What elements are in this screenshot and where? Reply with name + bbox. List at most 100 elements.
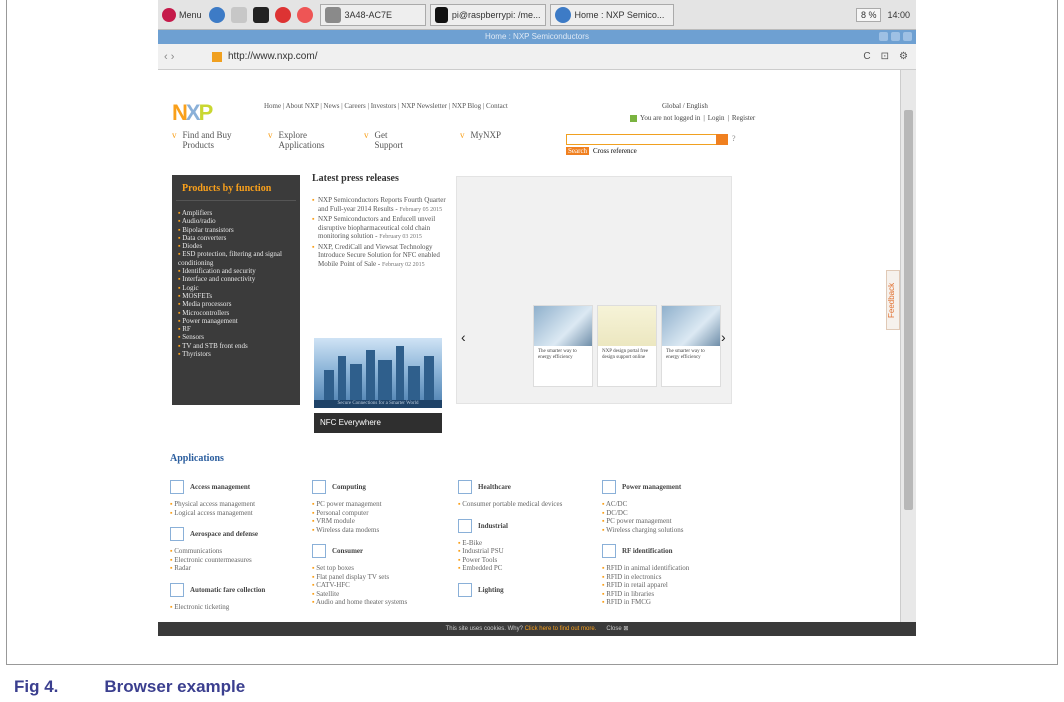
app-item[interactable]: Electronic countermeasures: [170, 556, 306, 565]
app-category[interactable]: Lighting: [478, 586, 504, 594]
app-item[interactable]: Audio and home theater systems: [312, 598, 452, 607]
app-item[interactable]: Embedded PC: [458, 564, 598, 573]
app-item[interactable]: Communications: [170, 547, 306, 556]
app-item[interactable]: Power Tools: [458, 556, 598, 565]
nav-mynxp[interactable]: v MyNXP: [460, 130, 556, 150]
app-category[interactable]: Industrial: [478, 522, 508, 530]
terminal-icon[interactable]: [252, 6, 269, 23]
app-item[interactable]: RFID in retail apparel: [602, 581, 752, 590]
register-link[interactable]: Register: [732, 114, 755, 122]
product-item[interactable]: Microcontrollers: [178, 309, 294, 317]
link-news[interactable]: News: [324, 102, 340, 110]
city-banner[interactable]: Secure Connections for a Smarter World: [314, 338, 442, 408]
task-folder[interactable]: 3A48-AC7E: [319, 3, 426, 26]
app-category[interactable]: Power management: [622, 483, 681, 491]
carousel-slide[interactable]: The smarter way to energy efficiency: [533, 305, 593, 387]
product-item[interactable]: Logic: [178, 284, 294, 292]
link-newsletter[interactable]: NXP Newsletter: [401, 102, 447, 110]
product-item[interactable]: Data converters: [178, 234, 294, 242]
app-item[interactable]: RFID in FMCG: [602, 598, 752, 607]
app-category[interactable]: Computing: [332, 483, 366, 491]
feedback-tab[interactable]: Feedback: [886, 270, 900, 330]
reload-button[interactable]: C: [863, 51, 870, 62]
app-item[interactable]: Set top boxes: [312, 564, 452, 573]
app-category[interactable]: Aerospace and defense: [190, 530, 258, 538]
app-item[interactable]: Physical access management: [170, 500, 306, 509]
press-item[interactable]: NXP Semiconductors Reports Fourth Quarte…: [312, 196, 447, 214]
app-item[interactable]: Electronic ticketing: [170, 603, 306, 612]
link-contact[interactable]: Contact: [486, 102, 508, 110]
help-icon[interactable]: ?: [732, 134, 736, 143]
region-selector[interactable]: Global / English: [662, 102, 708, 110]
product-item[interactable]: Audio/radio: [178, 217, 294, 225]
press-item[interactable]: NXP Semiconductors and Enfucell unveil d…: [312, 215, 447, 242]
app-item[interactable]: Consumer portable medical devices: [458, 500, 598, 509]
app-item[interactable]: CATV-HFC: [312, 581, 452, 590]
app-item[interactable]: PC power management: [312, 500, 452, 509]
app-item[interactable]: RFID in libraries: [602, 590, 752, 599]
carousel-next-button[interactable]: ›: [721, 329, 726, 345]
app-item[interactable]: PC power management: [602, 517, 752, 526]
url-field[interactable]: http://www.nxp.com/: [228, 51, 317, 62]
product-item[interactable]: Sensors: [178, 333, 294, 341]
menu-button[interactable]: Menu: [158, 4, 206, 26]
product-item[interactable]: Power management: [178, 317, 294, 325]
carousel-slide[interactable]: The smarter way to energy efficiency: [661, 305, 721, 387]
app-category[interactable]: Consumer: [332, 547, 363, 555]
app-item[interactable]: AC/DC: [602, 500, 752, 509]
back-button[interactable]: ‹: [164, 51, 168, 63]
app-item[interactable]: RFID in electronics: [602, 573, 752, 582]
press-item[interactable]: NXP, CrediCall and Viewsat Technology In…: [312, 243, 447, 270]
wolfram-icon[interactable]: [274, 6, 291, 23]
carousel-prev-button[interactable]: ‹: [461, 329, 466, 345]
clock[interactable]: 14:00: [887, 10, 910, 20]
app-category[interactable]: Automatic fare collection: [190, 586, 265, 594]
scroll-thumb[interactable]: [904, 110, 913, 510]
product-item[interactable]: Bipolar transistors: [178, 226, 294, 234]
product-item[interactable]: Amplifiers: [178, 209, 294, 217]
app-category[interactable]: Access management: [190, 483, 250, 491]
minimize-icon[interactable]: [879, 32, 888, 41]
app-item[interactable]: RFID in animal identification: [602, 564, 752, 573]
browser-icon[interactable]: [208, 6, 225, 23]
app-item[interactable]: Wireless charging solutions: [602, 526, 752, 535]
app-category[interactable]: Healthcare: [478, 483, 511, 491]
settings-button[interactable]: ⚙: [899, 51, 908, 62]
product-item[interactable]: Identification and security: [178, 267, 294, 275]
product-item[interactable]: ESD protection, filtering and signal con…: [178, 250, 294, 267]
app-category[interactable]: RF identification: [622, 547, 673, 555]
link-home[interactable]: Home: [264, 102, 281, 110]
task-browser[interactable]: Home : NXP Semico...: [549, 3, 674, 26]
nfc-banner[interactable]: NFC Everywhere: [314, 413, 442, 433]
app-item[interactable]: Radar: [170, 564, 306, 573]
task-terminal[interactable]: pi@raspberrypi: /me...: [429, 3, 546, 26]
app-item[interactable]: Industrial PSU: [458, 547, 598, 556]
app-item[interactable]: DC/DC: [602, 509, 752, 518]
file-manager-icon[interactable]: [230, 6, 247, 23]
app-item[interactable]: Satellite: [312, 590, 452, 599]
product-item[interactable]: Thyristors: [178, 350, 294, 358]
app-item[interactable]: Flat panel display TV sets: [312, 573, 452, 582]
app-item[interactable]: Wireless data modems: [312, 526, 452, 535]
search-button[interactable]: Search: [566, 147, 590, 155]
sonic-pi-icon[interactable]: [296, 6, 313, 23]
app-item[interactable]: Personal computer: [312, 509, 452, 518]
search-icon[interactable]: [716, 134, 728, 145]
cookie-link[interactable]: Click here to find out more.: [525, 626, 597, 632]
window-titlebar[interactable]: Home : NXP Semiconductors: [158, 30, 916, 44]
link-about[interactable]: About NXP: [286, 102, 319, 110]
app-item[interactable]: E-Bike: [458, 539, 598, 548]
nav-support[interactable]: v Get Support: [364, 130, 460, 150]
link-investors[interactable]: Investors: [371, 102, 397, 110]
nav-applications[interactable]: v Explore Applications: [268, 130, 364, 150]
nxp-logo[interactable]: NXP: [172, 100, 213, 126]
cross-reference-link[interactable]: Cross reference: [593, 147, 637, 155]
cookie-close-button[interactable]: Close ⊠: [606, 626, 628, 632]
link-blog[interactable]: NXP Blog: [452, 102, 481, 110]
product-item[interactable]: RF: [178, 325, 294, 333]
app-item[interactable]: VRM module: [312, 517, 452, 526]
product-item[interactable]: Diodes: [178, 242, 294, 250]
bookmark-button[interactable]: ⊡: [881, 51, 889, 62]
carousel-slide[interactable]: NXP design portal free design support on…: [597, 305, 657, 387]
close-icon[interactable]: [903, 32, 912, 41]
